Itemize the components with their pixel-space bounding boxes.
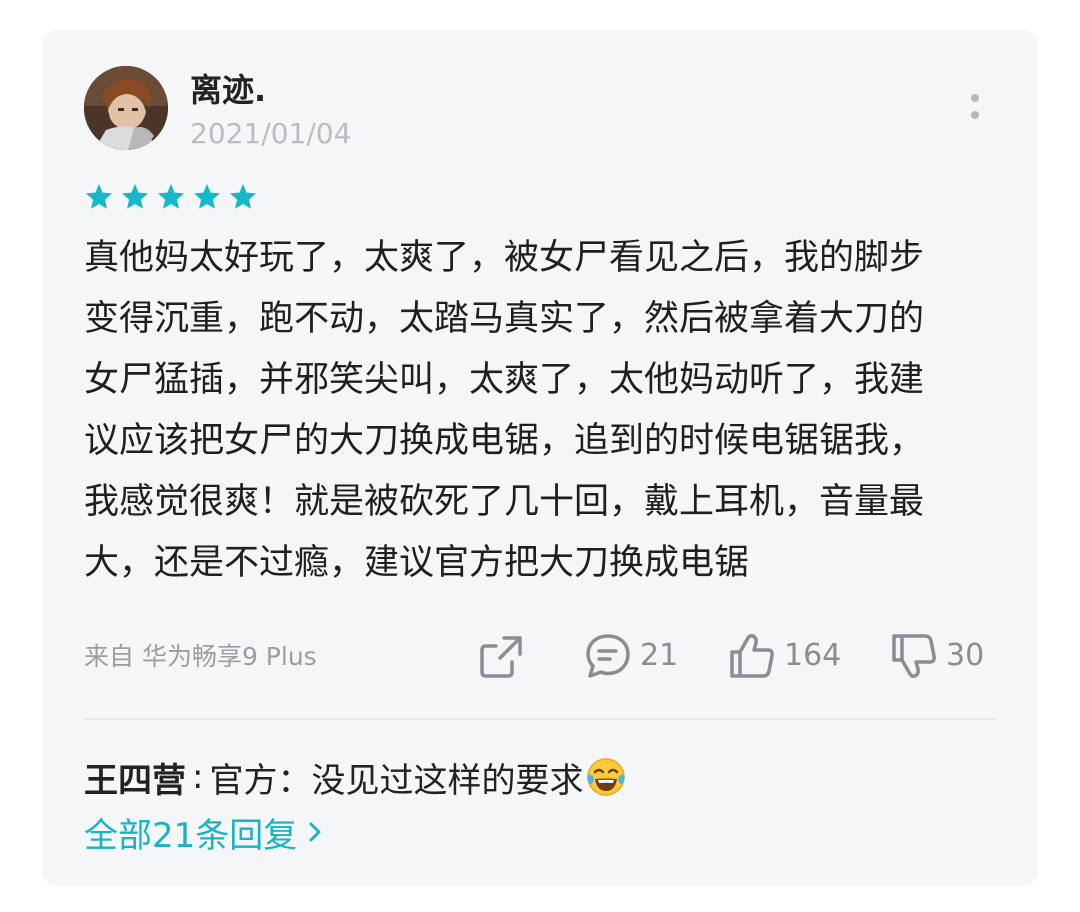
review-text-line: 真他妈太好玩了，太爽了，被女尸看见之后，我的脚步 xyxy=(84,238,925,278)
share-icon xyxy=(480,636,522,678)
reply-author[interactable]: 王四营 xyxy=(84,753,186,802)
thumbs-down-icon xyxy=(892,634,936,678)
like-count: 164 xyxy=(784,638,842,673)
more-vertical-icon xyxy=(971,94,979,119)
user-avatar[interactable] xyxy=(84,66,168,150)
dislike-count: 30 xyxy=(946,638,985,673)
reply-preview[interactable]: 王四营 : 官方：没见过这样的要求 xyxy=(84,752,627,802)
rating-stars xyxy=(84,182,258,214)
divider xyxy=(84,718,996,720)
star-icon xyxy=(194,184,220,209)
chevron-right-icon xyxy=(309,822,321,842)
star-icon xyxy=(158,184,184,209)
review-text-line: 女尸猛插，并邪笑尖叫，太爽了，太他妈动听了，我建 xyxy=(84,360,925,400)
star-icon xyxy=(122,184,148,209)
dislike-button[interactable]: 30 xyxy=(890,628,984,684)
comment-icon xyxy=(586,634,630,678)
more-options-button[interactable] xyxy=(958,90,992,130)
tears-of-joy-emoji xyxy=(587,758,626,796)
review-body: 真他妈太好玩了，太爽了，被女尸看见之后，我的脚步 变得沉重，跑不动，太踏马真实了… xyxy=(84,228,984,594)
all-replies-label: 全部21条回复 xyxy=(84,815,298,856)
comment-button[interactable]: 21 xyxy=(584,628,678,684)
review-text-line: 议应该把女尸的大刀换成电锯，追到的时候电锯锯我， xyxy=(84,421,925,461)
reply-text: 官方：没见过这样的要求 xyxy=(209,760,584,801)
review-text-line: 大，还是不过瘾，建议官方把大刀换成电锯 xyxy=(84,543,750,583)
username[interactable]: 离迹. xyxy=(190,68,266,112)
reply-separator: : xyxy=(192,757,204,797)
all-replies-link[interactable]: 全部21条回复 xyxy=(84,808,323,856)
star-icon xyxy=(230,184,256,209)
review-text-line: 我感觉很爽！就是被砍死了几十回，戴上耳机，音量最 xyxy=(84,482,925,522)
avatar-image xyxy=(84,66,168,150)
thumbs-up-icon xyxy=(730,634,774,678)
comment-count: 21 xyxy=(640,638,679,673)
star-icon xyxy=(86,184,112,209)
review-date: 2021/01/04 xyxy=(190,117,352,150)
like-button[interactable]: 164 xyxy=(728,628,841,684)
share-button[interactable] xyxy=(478,628,526,684)
review-text-line: 变得沉重，跑不动，太踏马真实了，然后被拿着大刀的 xyxy=(84,299,925,339)
device-source: 来自 华为畅享9 Plus xyxy=(84,642,317,671)
